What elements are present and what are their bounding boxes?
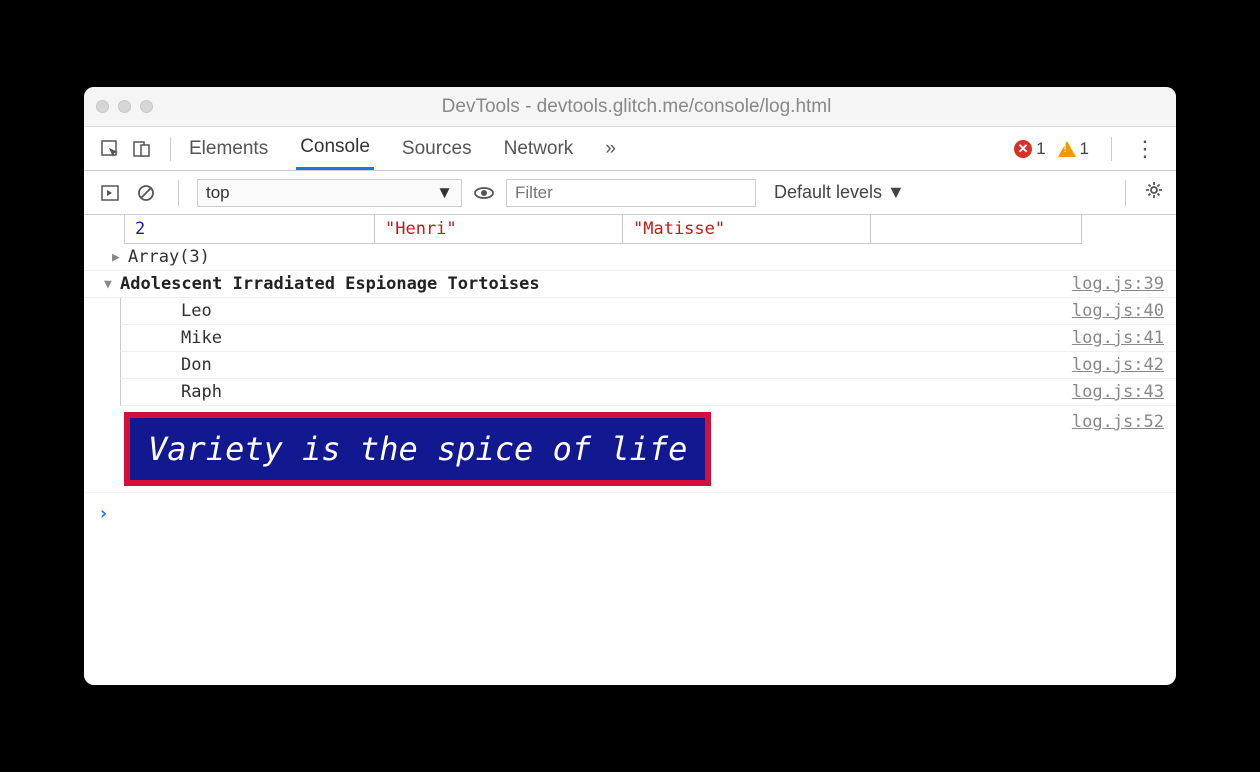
chevron-down-icon: ▼ bbox=[436, 183, 453, 203]
context-select[interactable]: top ▼ bbox=[197, 179, 462, 207]
group-item: Leo log.js:40 bbox=[120, 298, 1176, 325]
devtools-window: DevTools - devtools.glitch.me/console/lo… bbox=[84, 87, 1176, 685]
error-badge[interactable]: ✕ 1 bbox=[1014, 139, 1045, 159]
group-item-text: Raph bbox=[181, 382, 1072, 402]
tab-overflow[interactable]: » bbox=[601, 127, 620, 170]
clear-console-icon[interactable] bbox=[132, 179, 160, 207]
tab-elements[interactable]: Elements bbox=[185, 127, 272, 170]
source-link[interactable]: log.js:43 bbox=[1072, 382, 1164, 402]
more-menu-icon[interactable]: ⋮ bbox=[1126, 136, 1164, 162]
cell-last: "Matisse" bbox=[623, 215, 871, 243]
cell-index: 2 bbox=[125, 215, 375, 243]
tab-network[interactable]: Network bbox=[500, 127, 578, 170]
warning-icon bbox=[1058, 141, 1076, 157]
context-value: top bbox=[206, 183, 230, 203]
live-expression-icon[interactable] bbox=[470, 179, 498, 207]
toggle-sidebar-icon[interactable] bbox=[96, 179, 124, 207]
inspect-icon[interactable] bbox=[96, 135, 124, 163]
traffic-lights bbox=[96, 100, 153, 113]
console-prompt[interactable]: › bbox=[84, 493, 1176, 534]
zoom-button[interactable] bbox=[140, 100, 153, 113]
source-link[interactable]: log.js:39 bbox=[1072, 274, 1164, 294]
tab-list: Elements Console Sources Network » bbox=[185, 127, 620, 170]
error-icon: ✕ bbox=[1014, 140, 1032, 158]
warning-badge[interactable]: 1 bbox=[1058, 139, 1089, 159]
array-row[interactable]: ▶ Array(3) bbox=[84, 244, 1176, 271]
device-toggle-icon[interactable] bbox=[128, 135, 156, 163]
separator bbox=[178, 180, 179, 206]
group-item: Raph log.js:43 bbox=[120, 379, 1176, 406]
collapse-icon[interactable]: ▼ bbox=[104, 277, 118, 292]
minimize-button[interactable] bbox=[118, 100, 131, 113]
cell-empty bbox=[871, 215, 1081, 243]
window-title: DevTools - devtools.glitch.me/console/lo… bbox=[169, 96, 1104, 118]
source-link[interactable]: log.js:52 bbox=[1072, 412, 1164, 432]
filter-input[interactable] bbox=[506, 179, 756, 207]
group-item-text: Don bbox=[181, 355, 1072, 375]
array-text: Array(3) bbox=[128, 247, 1164, 267]
table-row-wrap: 2 "Henri" "Matisse" bbox=[84, 215, 1176, 244]
group-item-text: Leo bbox=[181, 301, 1072, 321]
tabs-bar: Elements Console Sources Network » ✕ 1 1… bbox=[84, 127, 1176, 171]
tab-sources[interactable]: Sources bbox=[398, 127, 476, 170]
console-output: 2 "Henri" "Matisse" ▶ Array(3) ▼ Adolesc… bbox=[84, 215, 1176, 685]
group-header-row[interactable]: ▼ Adolescent Irradiated Espionage Tortoi… bbox=[84, 271, 1176, 298]
filter-bar: top ▼ Default levels ▼ bbox=[84, 171, 1176, 215]
settings-icon[interactable] bbox=[1144, 180, 1164, 206]
log-levels-select[interactable]: Default levels ▼ bbox=[774, 182, 905, 203]
console-table-row[interactable]: 2 "Henri" "Matisse" bbox=[124, 215, 1082, 244]
group-item-text: Mike bbox=[181, 328, 1072, 348]
group-item: Don log.js:42 bbox=[120, 352, 1176, 379]
styled-message: Variety is the spice of life bbox=[124, 412, 711, 486]
close-button[interactable] bbox=[96, 100, 109, 113]
error-count: 1 bbox=[1036, 139, 1045, 159]
source-link[interactable]: log.js:41 bbox=[1072, 328, 1164, 348]
source-link[interactable]: log.js:42 bbox=[1072, 355, 1164, 375]
source-link[interactable]: log.js:40 bbox=[1072, 301, 1164, 321]
tab-console[interactable]: Console bbox=[296, 127, 374, 170]
titlebar: DevTools - devtools.glitch.me/console/lo… bbox=[84, 87, 1176, 127]
cell-first: "Henri" bbox=[375, 215, 623, 243]
separator bbox=[1111, 137, 1112, 161]
styled-log-row: Variety is the spice of life log.js:52 bbox=[84, 406, 1176, 493]
warning-count: 1 bbox=[1080, 139, 1089, 159]
group-item: Mike log.js:41 bbox=[120, 325, 1176, 352]
separator bbox=[1125, 180, 1126, 206]
expand-icon[interactable]: ▶ bbox=[112, 250, 126, 265]
group-title: Adolescent Irradiated Espionage Tortoise… bbox=[120, 274, 1072, 294]
separator bbox=[170, 137, 171, 161]
